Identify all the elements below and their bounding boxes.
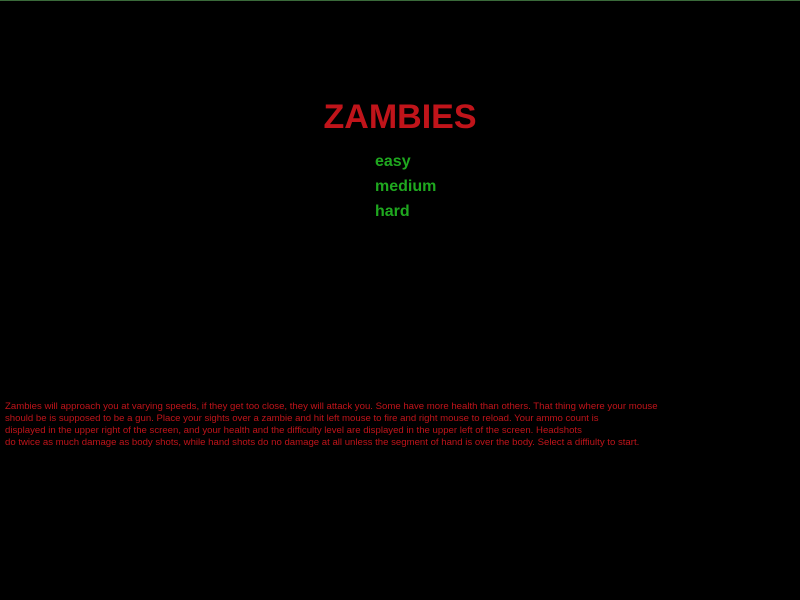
difficulty-medium-option[interactable]: medium bbox=[375, 174, 436, 199]
instructions-line: Zambies will approach you at varying spe… bbox=[5, 401, 658, 412]
game-title: ZAMBIES bbox=[323, 98, 477, 136]
instructions-line: do twice as much damage as body shots, w… bbox=[5, 437, 640, 448]
difficulty-easy-option[interactable]: easy bbox=[375, 149, 436, 174]
difficulty-menu: easy medium hard bbox=[375, 149, 436, 224]
instructions-line: should be is supposed to be a gun. Place… bbox=[5, 413, 599, 424]
game-screen: ZAMBIES easy medium hard Zambies will ap… bbox=[0, 0, 800, 600]
instructions-text: Zambies will approach you at varying spe… bbox=[5, 401, 797, 449]
instructions-line: displayed in the upper right of the scre… bbox=[5, 425, 582, 436]
difficulty-hard-option[interactable]: hard bbox=[375, 199, 436, 224]
